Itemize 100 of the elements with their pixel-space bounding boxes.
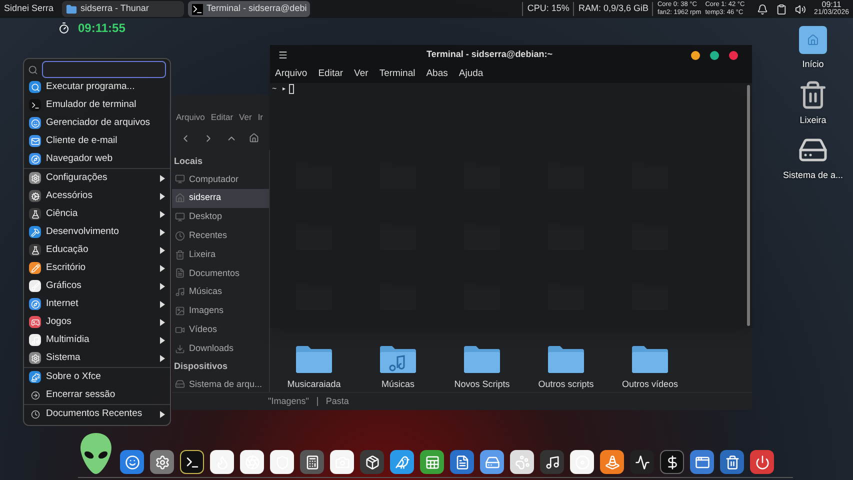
desktop-icon[interactable]: Início (799, 26, 827, 72)
clock-time[interactable]: 09:11 (822, 1, 842, 9)
maximize-button[interactable] (710, 50, 719, 60)
folder-item[interactable]: Outros vídeos (608, 332, 692, 392)
menu-item[interactable]: Navegador web (24, 150, 170, 168)
sidebar-item[interactable]: Imagens (172, 302, 269, 320)
menu-item[interactable]: Desenvolvimento (24, 223, 170, 241)
folder-item[interactable]: Músicas (356, 332, 440, 392)
spreadsheet-icon[interactable] (420, 450, 444, 474)
menu-item[interactable]: Terminal (379, 66, 416, 82)
volume-icon[interactable] (794, 4, 806, 14)
menu-item[interactable]: Gerenciador de arquivos (24, 114, 170, 132)
desktop-icon[interactable]: Sistema de a... (782, 135, 844, 182)
gear-icon[interactable] (150, 450, 174, 474)
menu-item[interactable]: Editar (318, 66, 344, 82)
menu-item[interactable]: Escritório (24, 259, 170, 277)
trash-icon[interactable] (720, 450, 744, 474)
traffic-cone-icon[interactable] (600, 450, 624, 474)
terminal-icon[interactable] (180, 450, 204, 474)
sidebar-item[interactable]: sidserra (172, 188, 269, 208)
menu-item[interactable]: Ir (258, 111, 264, 124)
menu-item[interactable]: Arquivo (176, 111, 205, 124)
menu-item[interactable]: Documentos Recentes (24, 405, 170, 423)
clock-icon (29, 408, 41, 420)
menu-item[interactable]: Abas (426, 66, 448, 82)
sidebar-item[interactable]: Sistema de arqu... (172, 374, 269, 394)
bird-icon[interactable] (390, 450, 414, 474)
app-window-icon[interactable] (690, 450, 714, 474)
sidebar-item[interactable]: Documentos (172, 264, 269, 283)
minimize-button[interactable] (691, 50, 700, 60)
menu-item[interactable]: Ver (239, 111, 252, 124)
document-icon[interactable] (450, 450, 474, 474)
menu-item[interactable]: Ver (354, 66, 368, 82)
menu-item[interactable]: Emulador de terminal (24, 96, 170, 114)
home-icon[interactable] (249, 133, 259, 143)
smiley-face-icon[interactable] (120, 450, 144, 474)
taskbar-button[interactable]: sidserra - Thunar (62, 1, 184, 17)
folder-item[interactable]: Novos Scripts (440, 332, 524, 392)
menu-item[interactable]: Acessórios (24, 187, 170, 205)
flame-icon[interactable] (210, 450, 234, 474)
scrollbar[interactable] (747, 85, 750, 326)
menu-item[interactable]: Arquivo (275, 66, 308, 82)
power-icon[interactable] (750, 450, 774, 474)
dollar-icon[interactable] (660, 450, 684, 474)
alien-head-icon[interactable] (78, 432, 114, 476)
aperture-icon[interactable] (240, 450, 264, 474)
search-icon (28, 64, 38, 74)
calculator-icon[interactable] (300, 450, 324, 474)
flask-icon (29, 208, 41, 220)
home-folder-icon (799, 26, 827, 54)
menu-item[interactable]: Gráficos (24, 277, 170, 295)
folder-icon (66, 4, 77, 14)
menu-item[interactable]: Sobre o Xfce (24, 368, 170, 386)
menu-item[interactable]: Configurações (24, 169, 170, 187)
sidebar-item[interactable]: Músicas (172, 282, 269, 302)
desktop-icon[interactable]: Lixeira (798, 80, 828, 127)
menu-item[interactable]: Encerrar sessão (24, 386, 170, 404)
sidebar-item[interactable]: Recentes (172, 226, 269, 246)
taskbar-button[interactable]: Terminal - sidserra@debi (188, 1, 310, 17)
folder-icon (379, 344, 417, 374)
menu-item[interactable]: Internet (24, 295, 170, 313)
menu-item[interactable]: Educação (24, 241, 170, 259)
menu-item[interactable]: Executar programa... (24, 78, 170, 96)
hard-drive-icon[interactable] (480, 450, 504, 474)
folder-item[interactable]: Musicaraiada (272, 332, 356, 392)
sidebar-item[interactable]: Computador (172, 170, 269, 189)
menu-item[interactable]: Editar (210, 111, 234, 124)
package-icon[interactable] (360, 450, 384, 474)
place-icon (175, 230, 185, 241)
folder-item[interactable]: Outros scripts (524, 332, 608, 392)
search-field[interactable] (42, 61, 166, 78)
menu-item[interactable]: Ciência (24, 205, 170, 223)
sidebar-item[interactable]: Vídeos (172, 320, 269, 340)
camera-icon[interactable] (330, 450, 354, 474)
user-name[interactable]: Sidnei Serra (0, 2, 58, 16)
brush-icon (29, 280, 41, 292)
place-icon (175, 344, 185, 354)
menu-item[interactable]: Ajuda (458, 66, 484, 82)
menu-item[interactable]: Multimídia (24, 331, 170, 349)
sidebar-item[interactable]: Lixeira (172, 245, 269, 264)
sidebar-item[interactable]: Desktop (172, 208, 269, 226)
close-button[interactable] (729, 50, 738, 60)
bell-icon[interactable] (756, 4, 768, 14)
shield-icon[interactable] (270, 450, 294, 474)
menu-item[interactable]: Cliente de e-mail (24, 132, 170, 150)
folder-icon (463, 344, 501, 374)
shell-prompt: ~ ▸ (272, 84, 286, 96)
folder-label: Outros vídeos (622, 378, 678, 390)
terminal-icon (192, 4, 203, 14)
place-icon (175, 287, 185, 298)
menu-icon[interactable] (278, 50, 288, 60)
clipboard-icon[interactable] (776, 4, 787, 14)
pulse-icon[interactable] (630, 450, 654, 474)
cpu-usage: CPU: 15% (522, 2, 574, 16)
music-note-icon[interactable] (540, 450, 564, 474)
sidebar-item[interactable]: Downloads (172, 339, 269, 358)
flask-icon (29, 244, 41, 256)
menu-item[interactable]: Sistema (24, 349, 170, 367)
menu-item[interactable]: Jogos (24, 313, 170, 331)
paw-icon[interactable] (510, 450, 534, 474)
